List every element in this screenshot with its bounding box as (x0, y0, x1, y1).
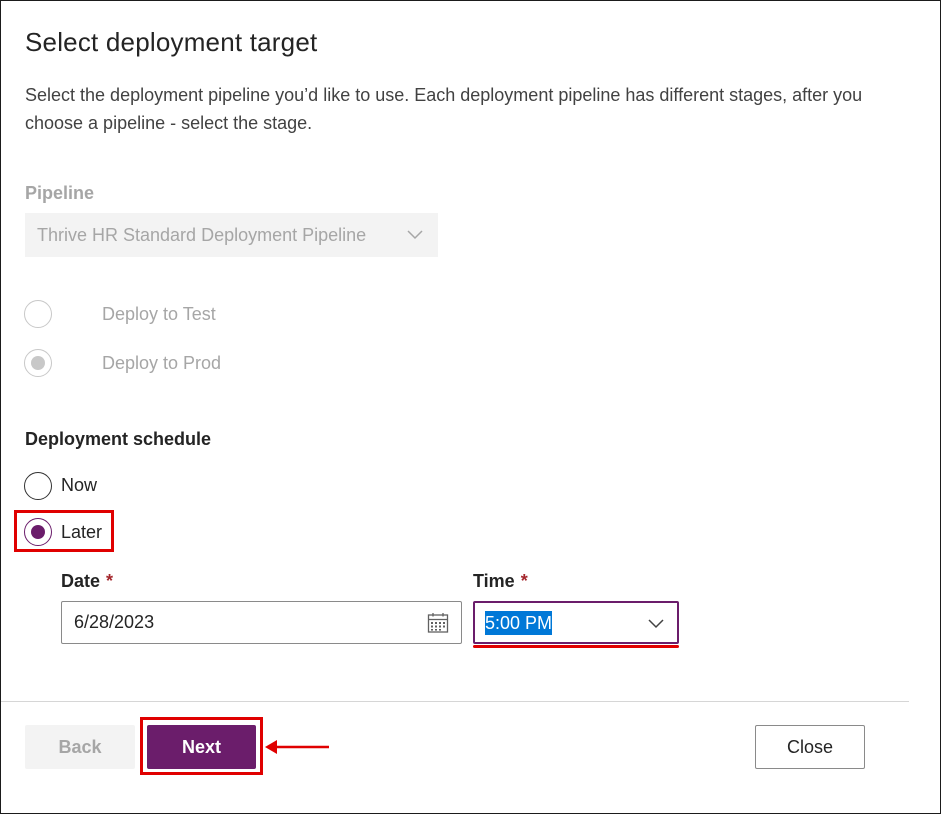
deployment-dialog: Select deployment target Select the depl… (0, 0, 941, 814)
stage-label-prod: Deploy to Prod (102, 353, 222, 373)
next-button[interactable]: Next (147, 725, 256, 769)
date-field[interactable]: 6/28/2023 (61, 601, 462, 644)
chevron-down-icon (648, 619, 664, 629)
pipeline-label: Pipeline (25, 183, 95, 203)
date-required-mark: * (106, 571, 114, 591)
date-label: Date * (61, 571, 113, 592)
stage-radio-test[interactable] (24, 300, 52, 328)
date-value: 6/28/2023 (74, 612, 155, 632)
time-value: 5:00 PM (485, 610, 553, 635)
time-required-mark: * (520, 571, 528, 591)
stage-radio-prod[interactable] (24, 349, 52, 377)
time-highlight-underline (473, 645, 679, 648)
date-label-text: Date (61, 571, 101, 591)
pipeline-dropdown[interactable]: Thrive HR Standard Deployment Pipeline (25, 213, 438, 257)
radio-selected-dot (31, 525, 45, 539)
schedule-radio-later[interactable] (24, 518, 52, 546)
dialog-title: Select deployment target (25, 27, 318, 57)
radio-selected-dot (31, 356, 45, 370)
schedule-label-later: Later (61, 522, 103, 542)
chevron-down-icon (407, 230, 423, 240)
schedule-radio-now[interactable] (24, 472, 52, 500)
schedule-label-now: Now (61, 475, 98, 495)
back-button[interactable]: Back (25, 725, 135, 769)
dialog-description: Select the deployment pipeline you’d lik… (25, 85, 863, 133)
pipeline-selected-value: Thrive HR Standard Deployment Pipeline (37, 224, 367, 245)
calendar-icon[interactable] (427, 612, 449, 634)
schedule-label: Deployment schedule (25, 429, 212, 449)
footer-divider (1, 701, 909, 702)
close-button[interactable]: Close (755, 725, 865, 769)
time-label-text: Time (473, 571, 515, 591)
time-label: Time * (473, 571, 528, 592)
stage-label-test: Deploy to Test (102, 304, 216, 324)
time-dropdown[interactable]: 5:00 PM (473, 601, 679, 644)
arrow-left-icon (265, 740, 329, 754)
